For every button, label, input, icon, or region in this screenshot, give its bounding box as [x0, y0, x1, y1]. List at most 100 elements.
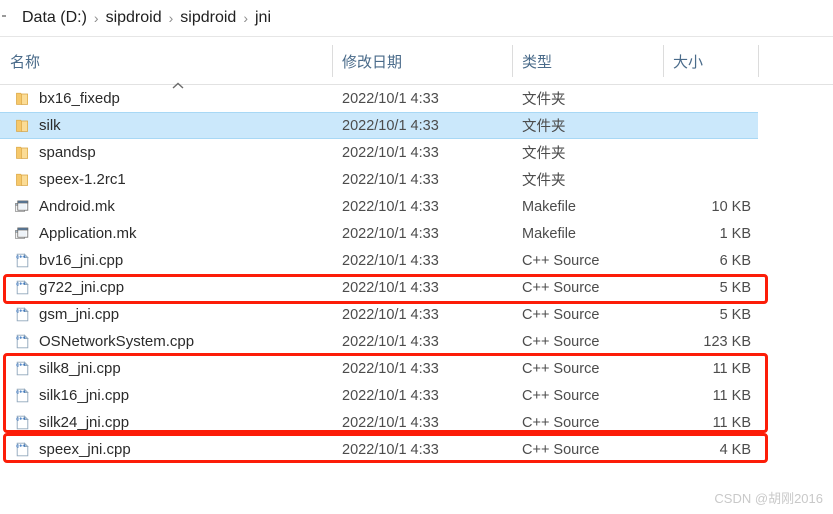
file-size-cell: 1 KB [719, 225, 751, 242]
cpp-source-icon: c++ [14, 414, 32, 432]
svg-text:c++: c++ [16, 254, 25, 260]
file-name-cell[interactable]: Android.mk [0, 198, 332, 216]
file-row[interactable]: Android.mk 2022/10/1 4:33 Makefile 10 KB [0, 193, 833, 220]
file-row[interactable]: c++ silk16_jni.cpp 2022/10/1 4:33 C++ Sourc… [0, 382, 833, 409]
breadcrumb: Data (D:) › sipdroid › sipdroid › jni [0, 0, 833, 37]
file-name-cell[interactable]: c++ silk8_jni.cpp [0, 360, 332, 378]
file-name-cell[interactable]: silk [0, 117, 332, 135]
file-name-cell[interactable]: Application.mk [0, 225, 332, 243]
file-date-cell: 2022/10/1 4:33 [342, 441, 439, 458]
file-name-label: Application.mk [39, 225, 137, 242]
file-date-cell: 2022/10/1 4:33 [342, 414, 439, 431]
svg-text:c++: c++ [16, 308, 25, 314]
breadcrumb-item-sipdroid-1[interactable]: sipdroid [102, 6, 166, 30]
file-row[interactable]: silk 2022/10/1 4:33 文件夹 [0, 112, 758, 139]
file-size-cell: 6 KB [719, 252, 751, 269]
cpp-source-icon: c++ [14, 333, 32, 351]
svg-text:c++: c++ [16, 443, 25, 449]
file-row[interactable]: speex-1.2rc1 2022/10/1 4:33 文件夹 [0, 166, 833, 193]
column-header-name[interactable]: 名称 [0, 37, 332, 85]
file-name-label: speex_jni.cpp [39, 441, 131, 458]
file-date-cell: 2022/10/1 4:33 [342, 90, 439, 107]
breadcrumb-item-sipdroid-2[interactable]: sipdroid [176, 6, 240, 30]
file-name-cell[interactable]: c++ silk16_jni.cpp [0, 387, 332, 405]
file-type-cell: C++ Source [522, 252, 600, 269]
column-divider[interactable] [758, 45, 759, 77]
file-type-cell: 文件夹 [522, 173, 566, 189]
file-date-cell: 2022/10/1 4:33 [342, 279, 439, 296]
file-type-cell: Makefile [522, 198, 576, 215]
svg-text:c++: c++ [16, 281, 25, 287]
file-name-label: silk [39, 117, 61, 134]
file-name-cell[interactable]: spandsp [0, 144, 332, 162]
file-row[interactable]: c++ gsm_jni.cpp 2022/10/1 4:33 C++ Source 5 … [0, 301, 833, 328]
file-row[interactable]: c++ silk8_jni.cpp 2022/10/1 4:33 C++ Source… [0, 355, 833, 382]
file-name-label: silk16_jni.cpp [39, 387, 130, 404]
file-name-label: bx16_fixedp [39, 90, 120, 107]
file-type-cell: C++ Source [522, 414, 600, 431]
address-bar-leading-icon [2, 10, 16, 26]
file-name-cell[interactable]: c++ silk24_jni.cpp [0, 414, 332, 432]
file-size-cell: 10 KB [711, 198, 752, 215]
file-date-cell: 2022/10/1 4:33 [342, 171, 439, 188]
file-row[interactable]: c++ g722_jni.cpp 2022/10/1 4:33 C++ Source 5… [0, 274, 833, 301]
file-name-cell[interactable]: c++ gsm_jni.cpp [0, 306, 332, 324]
svg-text:c++: c++ [16, 335, 25, 341]
svg-text:c++: c++ [16, 416, 25, 422]
file-type-cell: C++ Source [522, 360, 600, 377]
cpp-source-icon: c++ [14, 252, 32, 270]
breadcrumb-item-drive[interactable]: Data (D:) [18, 6, 91, 30]
file-name-label: silk24_jni.cpp [39, 414, 130, 431]
svg-text:c++: c++ [16, 362, 25, 368]
file-row[interactable]: c++ silk24_jni.cpp 2022/10/1 4:33 C++ Sourc… [0, 409, 833, 436]
file-row[interactable]: bx16_fixedp 2022/10/1 4:33 文件夹 [0, 85, 833, 112]
file-type-cell: 文件夹 [522, 92, 566, 108]
file-date-cell: 2022/10/1 4:33 [342, 198, 439, 215]
file-name-label: speex-1.2rc1 [39, 171, 126, 188]
file-name-cell[interactable]: c++ g722_jni.cpp [0, 279, 332, 297]
file-size-cell: 11 KB [712, 387, 751, 404]
file-name-label: bv16_jni.cpp [39, 252, 124, 269]
breadcrumb-separator-icon[interactable]: › [240, 8, 251, 28]
breadcrumb-separator-icon[interactable]: › [166, 8, 177, 28]
file-date-cell: 2022/10/1 4:33 [342, 333, 439, 350]
file-size-cell: 11 KB [712, 360, 751, 377]
file-name-cell[interactable]: bx16_fixedp [0, 90, 332, 108]
column-header-date[interactable]: 修改日期 [332, 37, 512, 85]
file-row[interactable]: c++ OSNetworkSystem.cpp 2022/10/1 4:33 C++ … [0, 328, 833, 355]
file-name-cell[interactable]: speex-1.2rc1 [0, 171, 332, 189]
file-name-label: gsm_jni.cpp [39, 306, 120, 323]
file-date-cell: 2022/10/1 4:33 [342, 225, 439, 242]
file-name-cell[interactable]: c++ bv16_jni.cpp [0, 252, 332, 270]
file-type-cell: Makefile [522, 225, 576, 242]
breadcrumb-item-jni[interactable]: jni [251, 6, 275, 30]
folder-icon [14, 144, 32, 162]
file-name-label: spandsp [39, 144, 96, 161]
file-list: bx16_fixedp 2022/10/1 4:33 文件夹 silk 2022/10/… [0, 85, 833, 463]
column-header-size-label: 大小 [673, 53, 704, 71]
file-row[interactable]: Application.mk 2022/10/1 4:33 Makefile 1 KB [0, 220, 833, 247]
file-name-label: silk8_jni.cpp [39, 360, 121, 377]
file-name-cell[interactable]: c++ OSNetworkSystem.cpp [0, 333, 332, 351]
file-row[interactable]: c++ bv16_jni.cpp 2022/10/1 4:33 C++ Source 6… [0, 247, 833, 274]
makefile-icon [14, 225, 32, 243]
file-row[interactable]: spandsp 2022/10/1 4:33 文件夹 [0, 139, 833, 166]
file-date-cell: 2022/10/1 4:33 [342, 387, 439, 404]
cpp-source-icon: c++ [14, 360, 32, 378]
breadcrumb-separator-icon[interactable]: › [91, 8, 102, 28]
column-header-size[interactable]: 大小 [663, 37, 758, 85]
file-size-cell: 4 KB [719, 441, 751, 458]
file-name-label: g722_jni.cpp [39, 279, 125, 296]
svg-text:c++: c++ [16, 389, 25, 395]
file-size-cell: 11 KB [712, 414, 751, 431]
makefile-icon [14, 198, 32, 216]
file-type-cell: C++ Source [522, 306, 600, 323]
file-date-cell: 2022/10/1 4:33 [342, 117, 439, 134]
file-row[interactable]: c++ speex_jni.cpp 2022/10/1 4:33 C++ Source… [0, 436, 833, 463]
cpp-source-icon: c++ [14, 387, 32, 405]
folder-icon [14, 117, 32, 135]
sort-ascending-icon [171, 77, 185, 89]
file-name-cell[interactable]: c++ speex_jni.cpp [0, 441, 332, 459]
column-header-type[interactable]: 类型 [512, 37, 663, 85]
file-size-cell: 5 KB [719, 306, 751, 323]
